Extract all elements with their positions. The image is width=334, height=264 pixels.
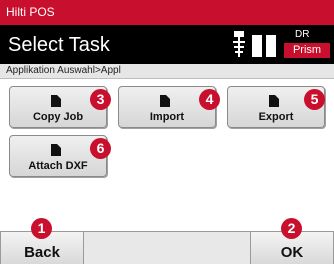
callout-badge-4: 4 <box>199 89 220 110</box>
ok-label: OK <box>280 244 304 261</box>
copy-job-button[interactable]: Copy Job 3 <box>9 86 111 128</box>
import-label: Import <box>149 111 185 123</box>
task-grid: Copy Job 3 Import 4 Export 5 Attach DXF … <box>0 79 334 231</box>
import-button[interactable]: Import 4 <box>118 86 220 128</box>
callout-badge-6: 6 <box>90 138 111 159</box>
back-label: Back <box>24 244 60 261</box>
mode-label: DR <box>295 29 310 40</box>
attach-dxf-label: Attach DXF <box>28 160 88 172</box>
softkey-bar: 1 Back 2 OK <box>0 218 334 264</box>
callout-badge-1: 1 <box>31 218 52 239</box>
document-icon <box>51 95 61 107</box>
instrument-icon <box>252 35 276 57</box>
callout-badge-2: 2 <box>281 218 302 239</box>
document-icon <box>51 144 61 156</box>
breadcrumb: Applikation Auswahl>Appl <box>0 64 334 79</box>
ok-button[interactable]: 2 OK <box>250 218 334 264</box>
callout-badge-5: 5 <box>304 89 325 110</box>
back-button[interactable]: 1 Back <box>0 218 84 264</box>
target-badge: Prism <box>284 43 330 58</box>
screen: Hilti POS Select Task DR Prism Applikati… <box>0 0 334 264</box>
page-title: Select Task <box>8 34 110 56</box>
export-label: Export <box>258 111 294 123</box>
attach-dxf-button[interactable]: Attach DXF 6 <box>9 135 111 177</box>
copy-job-label: Copy Job <box>32 111 84 123</box>
callout-badge-3: 3 <box>90 89 111 110</box>
breadcrumb-text: Applikation Auswahl>Appl <box>6 65 121 76</box>
task-header: Select Task DR Prism <box>0 25 334 64</box>
document-icon <box>269 95 279 107</box>
app-title: Hilti POS <box>6 5 55 19</box>
app-title-bar: Hilti POS <box>0 0 334 25</box>
pole-icon <box>233 31 245 57</box>
export-button[interactable]: Export 5 <box>227 86 325 128</box>
document-icon <box>160 95 170 107</box>
